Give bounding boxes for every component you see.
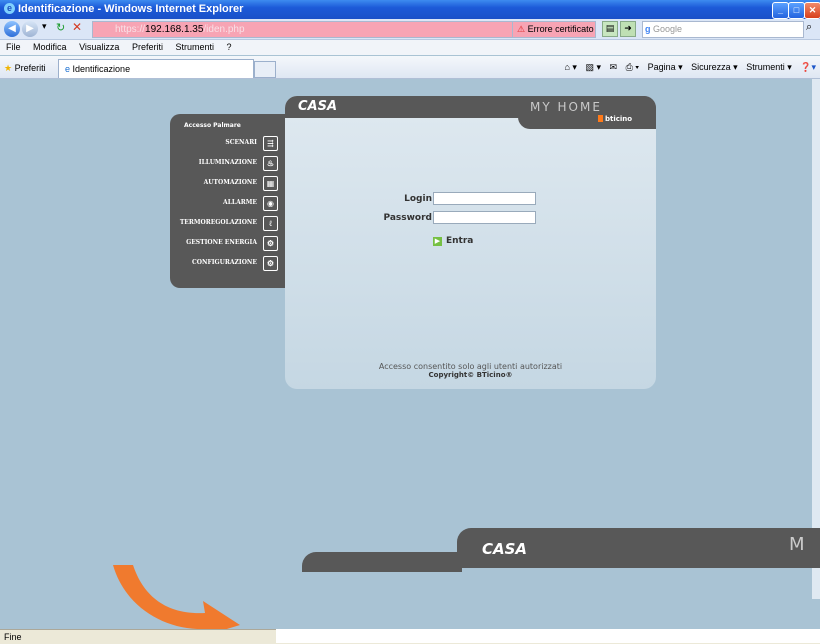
password-label: Password	[383, 213, 432, 223]
minimize-button[interactable]: _	[772, 2, 789, 19]
favorites-label: Preferiti	[14, 63, 46, 73]
side-menu-item-termoregolazione[interactable]: TERMOREGOLAZIONE ℓ	[180, 214, 278, 232]
lightbulb-icon: ♨	[263, 155, 278, 171]
orange-arrow-icon	[113, 565, 240, 629]
title-bar: e Identificazione - Windows Internet Exp…	[0, 0, 820, 19]
print-icon[interactable]: ⎙ ▾	[626, 62, 639, 72]
page-menu-label: Pagina	[647, 62, 676, 72]
feeds-icon[interactable]: ▧ ▾	[585, 62, 601, 72]
tab-identificazione[interactable]: e Identificazione	[58, 59, 254, 78]
side-menu-item-illuminazione[interactable]: ILLUMINAZIONE ♨	[199, 154, 278, 172]
access-notice: Accesso consentito solo agli utenti auto…	[378, 362, 563, 371]
tab-title: Identificazione	[72, 64, 131, 74]
search-placeholder: Google	[653, 24, 683, 34]
energy-icon: ⚙	[263, 235, 278, 251]
alarm-icon: ◉	[263, 195, 278, 211]
copyright-text: Copyright© BTicino®	[428, 371, 513, 379]
side-menu-label: ALLARME	[223, 199, 257, 206]
shield-warning-icon: ⚠	[517, 24, 526, 34]
url-path: /iden.php	[203, 24, 245, 35]
status-bar-right	[276, 629, 820, 643]
thermometer-icon: ℓ	[263, 215, 278, 231]
status-text: Fine	[4, 632, 22, 642]
entra-button[interactable]: ▶ Entra	[433, 236, 473, 246]
favorites-button[interactable]: ★ Preferiti	[4, 61, 46, 75]
url-input[interactable]: https://192.168.1.35/iden.php	[92, 21, 514, 38]
maximize-button[interactable]: □	[788, 2, 805, 19]
search-input[interactable]: g Google	[642, 21, 804, 38]
entra-label: Entra	[446, 236, 474, 246]
favorites-bar: ★ Preferiti e Identificazione ⌂ ▾ ▧ ▾ ✉ …	[0, 56, 820, 79]
bottom-panel-title: CASA	[482, 540, 528, 558]
home-icon[interactable]: ⌂ ▾	[564, 62, 576, 72]
side-menu-item-scenari[interactable]: SCENARI ⇶	[225, 134, 278, 152]
command-bar: ⌂ ▾ ▧ ▾ ✉ ⎙ ▾ Pagina ▾ Sicurezza ▾ Strum…	[564, 60, 816, 75]
login-panel: CASA MY HOME bticino Login Password ▶ Ent…	[285, 96, 656, 389]
side-menu-item-automazione[interactable]: AUTOMAZIONE ▦	[204, 174, 278, 192]
url-host: 192.168.1.35	[145, 24, 204, 35]
ie-logo-icon: e	[4, 3, 15, 14]
bticino-mark-icon	[598, 115, 603, 122]
side-menu-label: GESTIONE ENERGIA	[186, 239, 257, 246]
forward-button[interactable]: ▶	[22, 21, 38, 37]
menu-modifica[interactable]: Modifica	[33, 42, 67, 52]
password-input[interactable]	[433, 211, 536, 224]
safety-menu-label: Sicurezza	[691, 62, 731, 72]
menu-visualizza[interactable]: Visualizza	[79, 42, 119, 52]
menu-file[interactable]: File	[6, 42, 21, 52]
myhome-logo: MY HOME	[530, 100, 602, 114]
settings-icon: ⚙	[263, 255, 278, 271]
close-button[interactable]: ✕	[804, 2, 820, 19]
safety-menu[interactable]: Sicurezza ▾	[691, 62, 738, 72]
side-menu-label: ILLUMINAZIONE	[198, 159, 257, 166]
google-icon: g	[645, 24, 651, 34]
panel-title: CASA	[298, 99, 338, 114]
side-menu-panel: Accesso Palmare SCENARI ⇶ ILLUMINAZIONE ♨ …	[170, 114, 288, 288]
ie-page-icon: e	[65, 64, 71, 74]
vertical-scrollbar[interactable]	[812, 79, 820, 599]
dropdown-chevron-icon[interactable]: ▾	[42, 22, 47, 32]
search-icon[interactable]: ⌕	[806, 20, 812, 34]
mail-icon[interactable]: ✉	[610, 62, 618, 72]
side-menu-label: TERMOREGOLAZIONE	[179, 219, 257, 226]
menu-help[interactable]: ?	[227, 42, 232, 52]
arrow-right-icon: ▶	[433, 237, 442, 246]
window-title: Identificazione - Windows Internet Explo…	[18, 3, 244, 15]
bottom-panel-header: CASA M	[457, 528, 820, 568]
secondary-panel-header	[302, 552, 462, 572]
new-tab-button[interactable]	[254, 61, 276, 78]
go-button[interactable]: ➜	[620, 21, 636, 37]
tools-menu-label: Strumenti	[746, 62, 785, 72]
brand-logo: MY HOME bticino	[518, 96, 656, 129]
star-icon: ★	[4, 63, 13, 73]
help-icon[interactable]: ❓▾	[800, 62, 816, 72]
login-label: Login	[404, 194, 432, 204]
login-input[interactable]	[433, 192, 536, 205]
stop-icon[interactable]: ✕	[72, 20, 82, 34]
side-menu-label: SCENARI	[225, 139, 257, 146]
address-bar-row: ◀ ▶ ▾ ↻ ✕ https://192.168.1.35/iden.php …	[0, 19, 820, 40]
menu-preferiti[interactable]: Preferiti	[132, 42, 163, 52]
shutter-icon: ▦	[263, 175, 278, 191]
certificate-error-label: Errore certificato	[527, 24, 594, 34]
menu-strumenti[interactable]: Strumenti	[175, 42, 214, 52]
side-menu-item-allarme[interactable]: ALLARME ◉	[223, 194, 278, 212]
bticino-label: bticino	[605, 115, 633, 123]
scenari-icon: ⇶	[263, 135, 278, 151]
tools-menu[interactable]: Strumenti ▾	[746, 62, 792, 72]
bticino-logo: bticino	[598, 115, 632, 123]
menu-bar: File Modifica Visualizza Preferiti Strum…	[0, 40, 820, 55]
refresh-icon[interactable]: ↻	[56, 21, 65, 34]
side-menu-label: CONFIGURAZIONE	[191, 259, 257, 266]
side-menu-item-configurazione[interactable]: CONFIGURAZIONE ⚙	[192, 254, 278, 272]
side-menu-item-gestione-energia[interactable]: GESTIONE ENERGIA ⚙	[186, 234, 278, 252]
compatibility-view-icon[interactable]: ▤	[602, 21, 618, 37]
back-button[interactable]: ◀	[4, 21, 20, 37]
side-menu-heading: Accesso Palmare	[184, 122, 241, 129]
side-menu-label: AUTOMAZIONE	[203, 179, 257, 186]
page-menu[interactable]: Pagina ▾	[648, 62, 683, 72]
certificate-error-button[interactable]: ⚠ Errore certificato	[512, 21, 596, 38]
url-protocol: https://	[115, 24, 146, 35]
bottom-brand-partial: M	[789, 534, 805, 555]
